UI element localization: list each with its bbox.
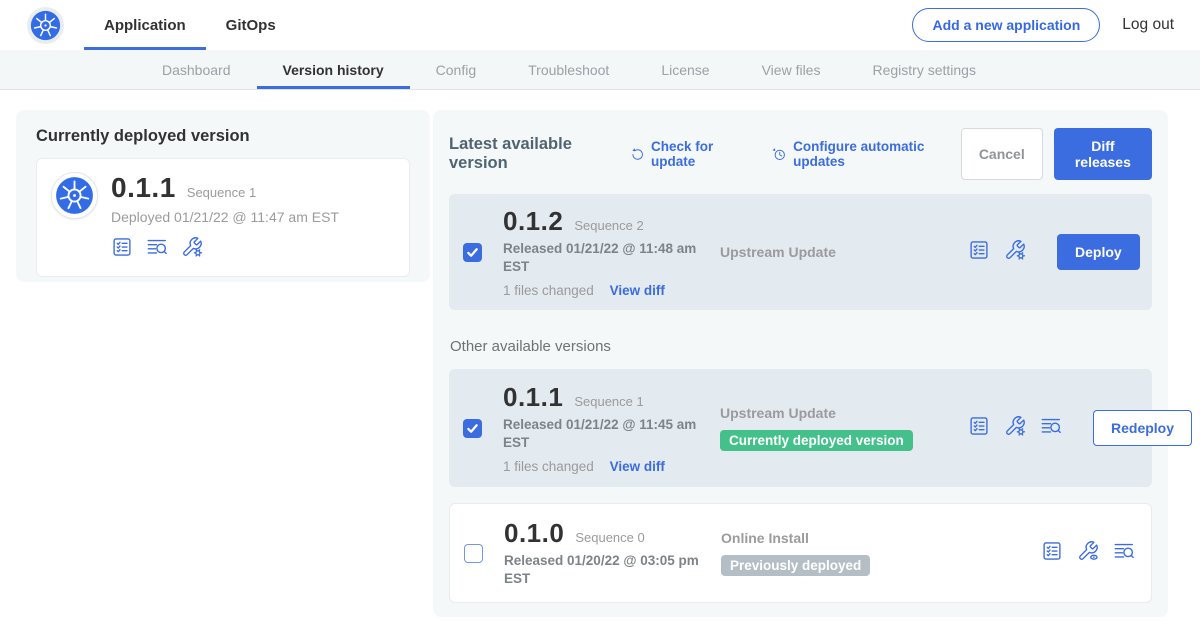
currently-deployed-card: Currently deployed version 0.1.1 Sequenc… — [16, 110, 430, 282]
app-sub-nav: Dashboard Version history Config Trouble… — [0, 50, 1200, 90]
version-row-0-1-2: 0.1.2 Sequence 2 Released 01/21/22 @ 11:… — [449, 194, 1152, 310]
preflight-checklist-icon[interactable] — [968, 415, 990, 442]
wrench-eye-icon[interactable] — [1077, 540, 1099, 567]
deployed-timestamp: Deployed 01/21/22 @ 11:47 am EST — [111, 209, 339, 225]
sequence-label: Sequence 2 — [574, 218, 643, 233]
view-logs-icon[interactable] — [1113, 540, 1135, 567]
tab-registry-settings[interactable]: Registry settings — [846, 50, 1001, 89]
previously-deployed-badge: Previously deployed — [721, 555, 870, 576]
add-new-application-button[interactable]: Add a new application — [912, 8, 1100, 42]
files-changed-label: 1 files changed — [503, 283, 594, 298]
tab-version-history[interactable]: Version history — [257, 50, 410, 89]
kubernetes-logo-icon — [27, 7, 64, 44]
wrench-gear-icon[interactable] — [1004, 415, 1026, 442]
tab-troubleshoot[interactable]: Troubleshoot — [502, 50, 635, 89]
top-tab-application[interactable]: Application — [84, 3, 206, 50]
version-checkbox-0-1-2[interactable] — [463, 243, 482, 262]
version-source-label: Upstream Update — [720, 244, 968, 260]
available-versions-panel: Latest available version Check for updat… — [433, 110, 1168, 617]
files-changed-label: 1 files changed — [503, 459, 594, 474]
refresh-icon — [630, 146, 645, 163]
tab-view-files[interactable]: View files — [736, 50, 847, 89]
view-logs-icon[interactable] — [146, 236, 168, 263]
version-source-label: Upstream Update — [720, 405, 968, 421]
deployed-version-tile: 0.1.1 Sequence 1 Deployed 01/21/22 @ 11:… — [36, 158, 410, 277]
configure-automatic-updates-link[interactable]: Configure automatic updates — [772, 139, 961, 169]
sequence-label: Sequence 0 — [575, 530, 644, 545]
tab-license[interactable]: License — [635, 50, 735, 89]
diff-releases-button[interactable]: Diff releases — [1054, 128, 1152, 180]
released-timestamp: Released 01/21/22 @ 11:48 am EST — [503, 240, 703, 276]
top-tab-gitops[interactable]: GitOps — [206, 3, 296, 50]
view-logs-icon[interactable] — [1040, 415, 1062, 442]
deploy-button[interactable]: Deploy — [1057, 234, 1140, 270]
deployed-version-number: 0.1.1 — [111, 172, 176, 204]
view-diff-link[interactable]: View diff — [610, 283, 665, 298]
tab-config[interactable]: Config — [410, 50, 502, 89]
released-timestamp: Released 01/21/22 @ 11:45 am EST — [503, 416, 703, 452]
currently-deployed-badge: Currently deployed version — [720, 430, 913, 451]
version-number: 0.1.0 — [504, 518, 564, 549]
wrench-gear-icon[interactable] — [1004, 239, 1026, 266]
wrench-gear-icon[interactable] — [181, 236, 203, 263]
version-source-label: Online Install — [721, 530, 969, 546]
preflight-checklist-icon[interactable] — [111, 236, 133, 263]
preflight-checklist-icon[interactable] — [968, 239, 990, 266]
preflight-checklist-icon[interactable] — [1041, 540, 1063, 567]
version-row-0-1-0: 0.1.0 Sequence 0 Released 01/20/22 @ 03:… — [449, 503, 1152, 603]
latest-available-title: Latest available version — [449, 135, 617, 173]
other-versions-title: Other available versions — [450, 338, 1152, 355]
version-number: 0.1.1 — [503, 382, 563, 413]
deployed-sequence-label: Sequence 1 — [187, 185, 256, 200]
version-row-0-1-1: 0.1.1 Sequence 1 Released 01/21/22 @ 11:… — [449, 369, 1152, 487]
version-checkbox-0-1-0[interactable] — [464, 544, 483, 563]
redeploy-button[interactable]: Redeploy — [1093, 410, 1192, 446]
top-nav: Application GitOps Add a new application… — [0, 0, 1200, 50]
version-number: 0.1.2 — [503, 206, 563, 237]
page: Application GitOps Add a new application… — [0, 0, 1200, 634]
app-kubernetes-icon — [51, 172, 98, 219]
released-timestamp: Released 01/20/22 @ 03:05 pm EST — [504, 552, 704, 588]
tab-dashboard[interactable]: Dashboard — [136, 50, 257, 89]
version-checkbox-0-1-1[interactable] — [463, 419, 482, 438]
cancel-button[interactable]: Cancel — [961, 128, 1043, 180]
deployed-card-title: Currently deployed version — [36, 127, 410, 146]
check-for-update-link[interactable]: Check for update — [630, 139, 750, 169]
logout-link[interactable]: Log out — [1122, 16, 1174, 34]
sequence-label: Sequence 1 — [574, 394, 643, 409]
view-diff-link[interactable]: View diff — [610, 459, 665, 474]
clock-refresh-icon — [772, 146, 787, 163]
